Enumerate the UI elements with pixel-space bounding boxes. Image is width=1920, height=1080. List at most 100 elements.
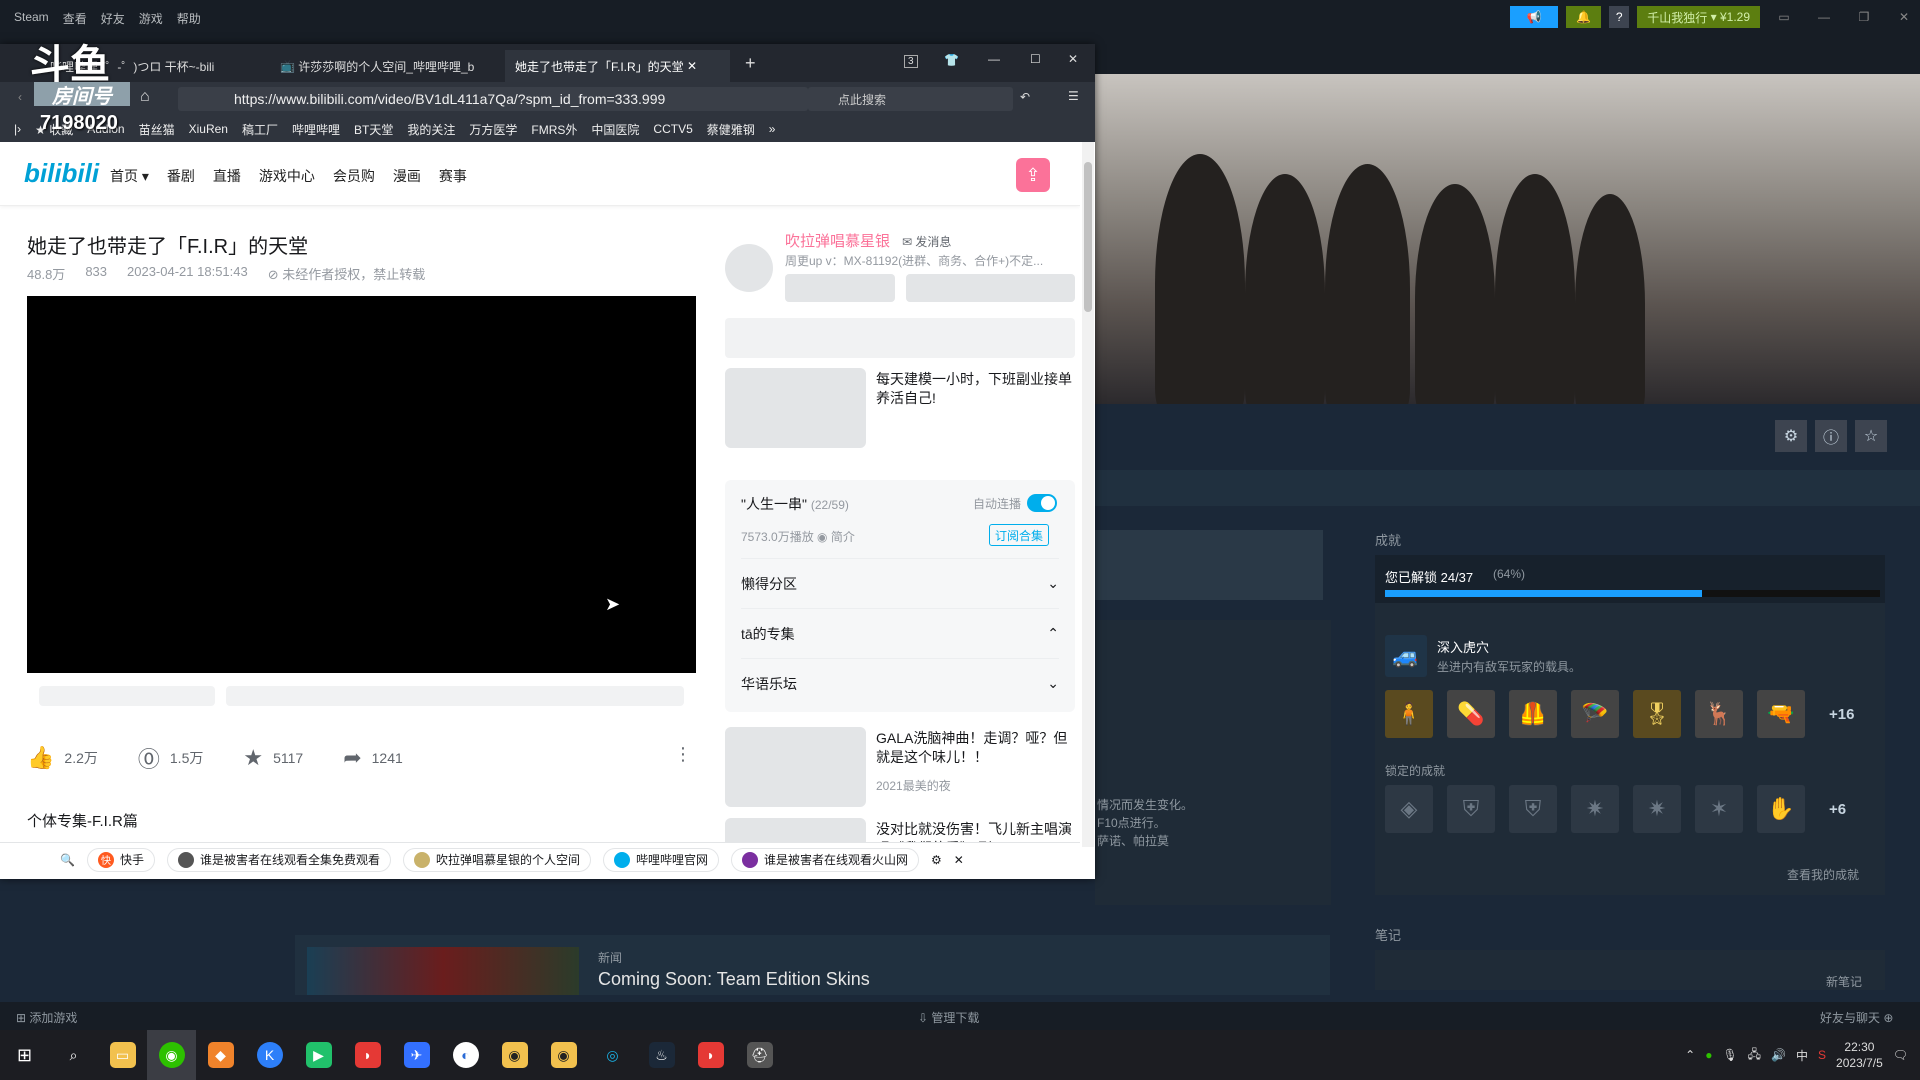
quick-link[interactable]: 吹拉弹唱慕星银的个人空间 [402, 847, 591, 872]
coin-button[interactable]: ⓪ 1.5万 [138, 742, 203, 774]
up-name[interactable]: 吹拉弹唱慕星银 [785, 230, 890, 251]
owl-icon[interactable]: ◉ [490, 1030, 539, 1080]
steam-menu-view[interactable]: 查看 [63, 10, 87, 27]
bili-logo[interactable]: bilibili [24, 158, 99, 189]
locked-badge-icon[interactable]: ✶ [1695, 785, 1743, 833]
locked-badge-icon[interactable]: ⛨ [1509, 785, 1557, 833]
nav-anime[interactable]: 番剧 [167, 166, 195, 186]
browser-tab[interactable]: 📺 许莎莎啊的个人空间_哔哩哔哩_b [270, 50, 490, 82]
achievement-badge-icon[interactable]: 💊 [1447, 690, 1495, 738]
app-icon[interactable]: ◗ [686, 1030, 735, 1080]
locked-badge-icon[interactable]: ⛨ [1447, 785, 1495, 833]
close-icon[interactable]: ✕ [1068, 52, 1078, 66]
bookmark-item[interactable]: XiuRen [189, 122, 228, 136]
app-icon[interactable]: ◆ [196, 1030, 245, 1080]
info-icon[interactable]: ⓘ [1815, 420, 1847, 452]
locked-badge-icon[interactable]: ✷ [1633, 785, 1681, 833]
add-game-button[interactable]: ⊞ 添加游戏 [16, 1009, 77, 1026]
help-button[interactable]: ? [1609, 6, 1630, 28]
section-row[interactable]: tā的专集 ⌃ [741, 608, 1059, 658]
nav-shop[interactable]: 会员购 [333, 166, 375, 186]
achievement-badge-icon[interactable]: 🦺 [1509, 690, 1557, 738]
wechat-icon[interactable]: ◉ [147, 1030, 196, 1080]
avatar[interactable] [725, 244, 773, 292]
bookmark-item[interactable]: FMRS外 [531, 121, 577, 138]
scrollbar-thumb[interactable] [1084, 162, 1092, 312]
search-icon[interactable]: 🔍 [60, 853, 75, 867]
ime-indicator[interactable]: 中 [1796, 1047, 1808, 1064]
quick-link[interactable]: 哔哩哔哩官网 [603, 847, 720, 872]
close-icon[interactable]: ✕ [954, 853, 964, 867]
gear-icon[interactable]: ⚙ [931, 853, 942, 867]
quick-link[interactable]: 谁是被害者在线观看全集免费观看 [166, 847, 391, 872]
steam-icon[interactable]: ♨ [637, 1030, 686, 1080]
steam-menu-help[interactable]: 帮助 [177, 10, 201, 27]
player-icon[interactable]: ▶ [294, 1030, 343, 1080]
recent-achievement[interactable]: 🚙 深入虎穴 坐进内有敌军玩家的载具。 [1385, 635, 1581, 677]
bookmark-item[interactable]: 苗丝猫 [139, 121, 175, 138]
bookmark-item[interactable]: 蔡健雅钢 [707, 121, 755, 138]
new-tab-icon[interactable]: + [745, 53, 756, 74]
steam-menu-steam[interactable]: Steam [14, 10, 49, 27]
achievement-badge-icon[interactable]: 🧍 [1385, 690, 1433, 738]
undo-icon[interactable]: ↶ [1020, 90, 1030, 104]
browser-tab-active[interactable]: 她走了也带走了「F.I.R」的天堂 ✕ [505, 50, 730, 82]
file-explorer-icon[interactable]: ▭ [98, 1030, 147, 1080]
steam-menu-games[interactable]: 游戏 [139, 10, 163, 27]
nav-game-center[interactable]: 游戏中心 [259, 166, 315, 186]
network-icon[interactable]: 🖧 [1748, 1045, 1761, 1066]
section-row[interactable]: 懒得分区 ⌄ [741, 558, 1059, 608]
bookmark-item[interactable]: 万方医学 [469, 121, 517, 138]
locked-badge-icon[interactable]: ◈ [1385, 785, 1433, 833]
quick-link[interactable]: 快快手 [86, 847, 155, 872]
quick-link[interactable]: 谁是被害者在线观看火山网 [731, 847, 920, 872]
notification-bell-icon[interactable]: 🔔 [1566, 6, 1602, 28]
maximize-icon[interactable]: ❐ [1848, 10, 1880, 24]
bigpicture-icon[interactable]: ▭ [1768, 10, 1800, 24]
steam-menu-friends[interactable]: 好友 [101, 10, 125, 27]
more-unlocked[interactable]: +16 [1819, 706, 1854, 723]
nav-esports[interactable]: 赛事 [439, 166, 467, 186]
maximize-icon[interactable]: ☐ [1030, 52, 1041, 66]
notification-icon[interactable]: 🗨 [1893, 1048, 1908, 1062]
bookmark-item[interactable]: BT天堂 [354, 121, 393, 138]
autoplay-toggle[interactable]: 自动连播 [973, 494, 1058, 512]
achievement-badge-icon[interactable]: 🦌 [1695, 690, 1743, 738]
browser-search-input[interactable]: 点此搜索 [808, 87, 1013, 111]
home-icon[interactable]: ⌂ [140, 88, 150, 106]
url-input[interactable]: https://www.bilibili.com/video/BV1dL411a… [178, 87, 808, 111]
close-icon[interactable]: ✕ [1888, 10, 1920, 24]
announce-icon[interactable]: 📢 [1510, 6, 1559, 28]
collection-label[interactable]: 个体专集-F.I.R篇 [27, 810, 138, 831]
bookmark-item[interactable]: 我的关注 [407, 121, 455, 138]
charge-button[interactable] [785, 274, 895, 302]
new-note-button[interactable]: 新笔记 [1826, 973, 1862, 990]
locked-badge-icon[interactable]: ✋ [1757, 785, 1805, 833]
subscribe-button[interactable]: 订阅合集 [989, 524, 1050, 546]
sidebar-toggle-icon[interactable]: |› [14, 122, 21, 136]
gear-icon[interactable]: ⚙ [1775, 420, 1807, 452]
bookmark-item[interactable]: 哔哩哔哩 [292, 121, 340, 138]
app-icon[interactable]: ◗ [343, 1030, 392, 1080]
kugou-icon[interactable]: K [245, 1030, 294, 1080]
shirt-icon[interactable]: 👕 [944, 53, 959, 67]
bookmark-item[interactable]: 稿工厂 [242, 121, 278, 138]
ad-banner[interactable] [725, 318, 1075, 358]
back-icon[interactable]: ‹ [18, 90, 22, 104]
game-icon[interactable]: ⛑ [735, 1030, 784, 1080]
section-row[interactable]: 华语乐坛 ⌄ [741, 658, 1059, 708]
clock[interactable]: 22:30 2023/7/5 [1836, 1039, 1883, 1071]
favorite-button[interactable]: ★ 5117 [243, 745, 303, 771]
view-achievements-link[interactable]: 查看我的成就 [1787, 866, 1859, 883]
friends-chat-button[interactable]: 好友与聊天 ⊕ [1820, 1009, 1893, 1026]
toggle-switch[interactable] [1027, 494, 1058, 512]
feishu-icon[interactable]: ✈ [392, 1030, 441, 1080]
more-locked[interactable]: +6 [1819, 801, 1846, 818]
nav-home[interactable]: 首页 ▾ [110, 166, 149, 186]
news-item[interactable]: 新闻 Coming Soon: Team Edition Skins [295, 935, 1330, 995]
achievement-badge-icon[interactable]: 🪂 [1571, 690, 1619, 738]
achievement-badge-icon[interactable]: 🔫 [1757, 690, 1805, 738]
star-icon[interactable]: ☆ [1855, 420, 1887, 452]
app-icon[interactable]: ◎ [588, 1030, 637, 1080]
upload-icon[interactable]: ⇪ [1016, 158, 1050, 192]
